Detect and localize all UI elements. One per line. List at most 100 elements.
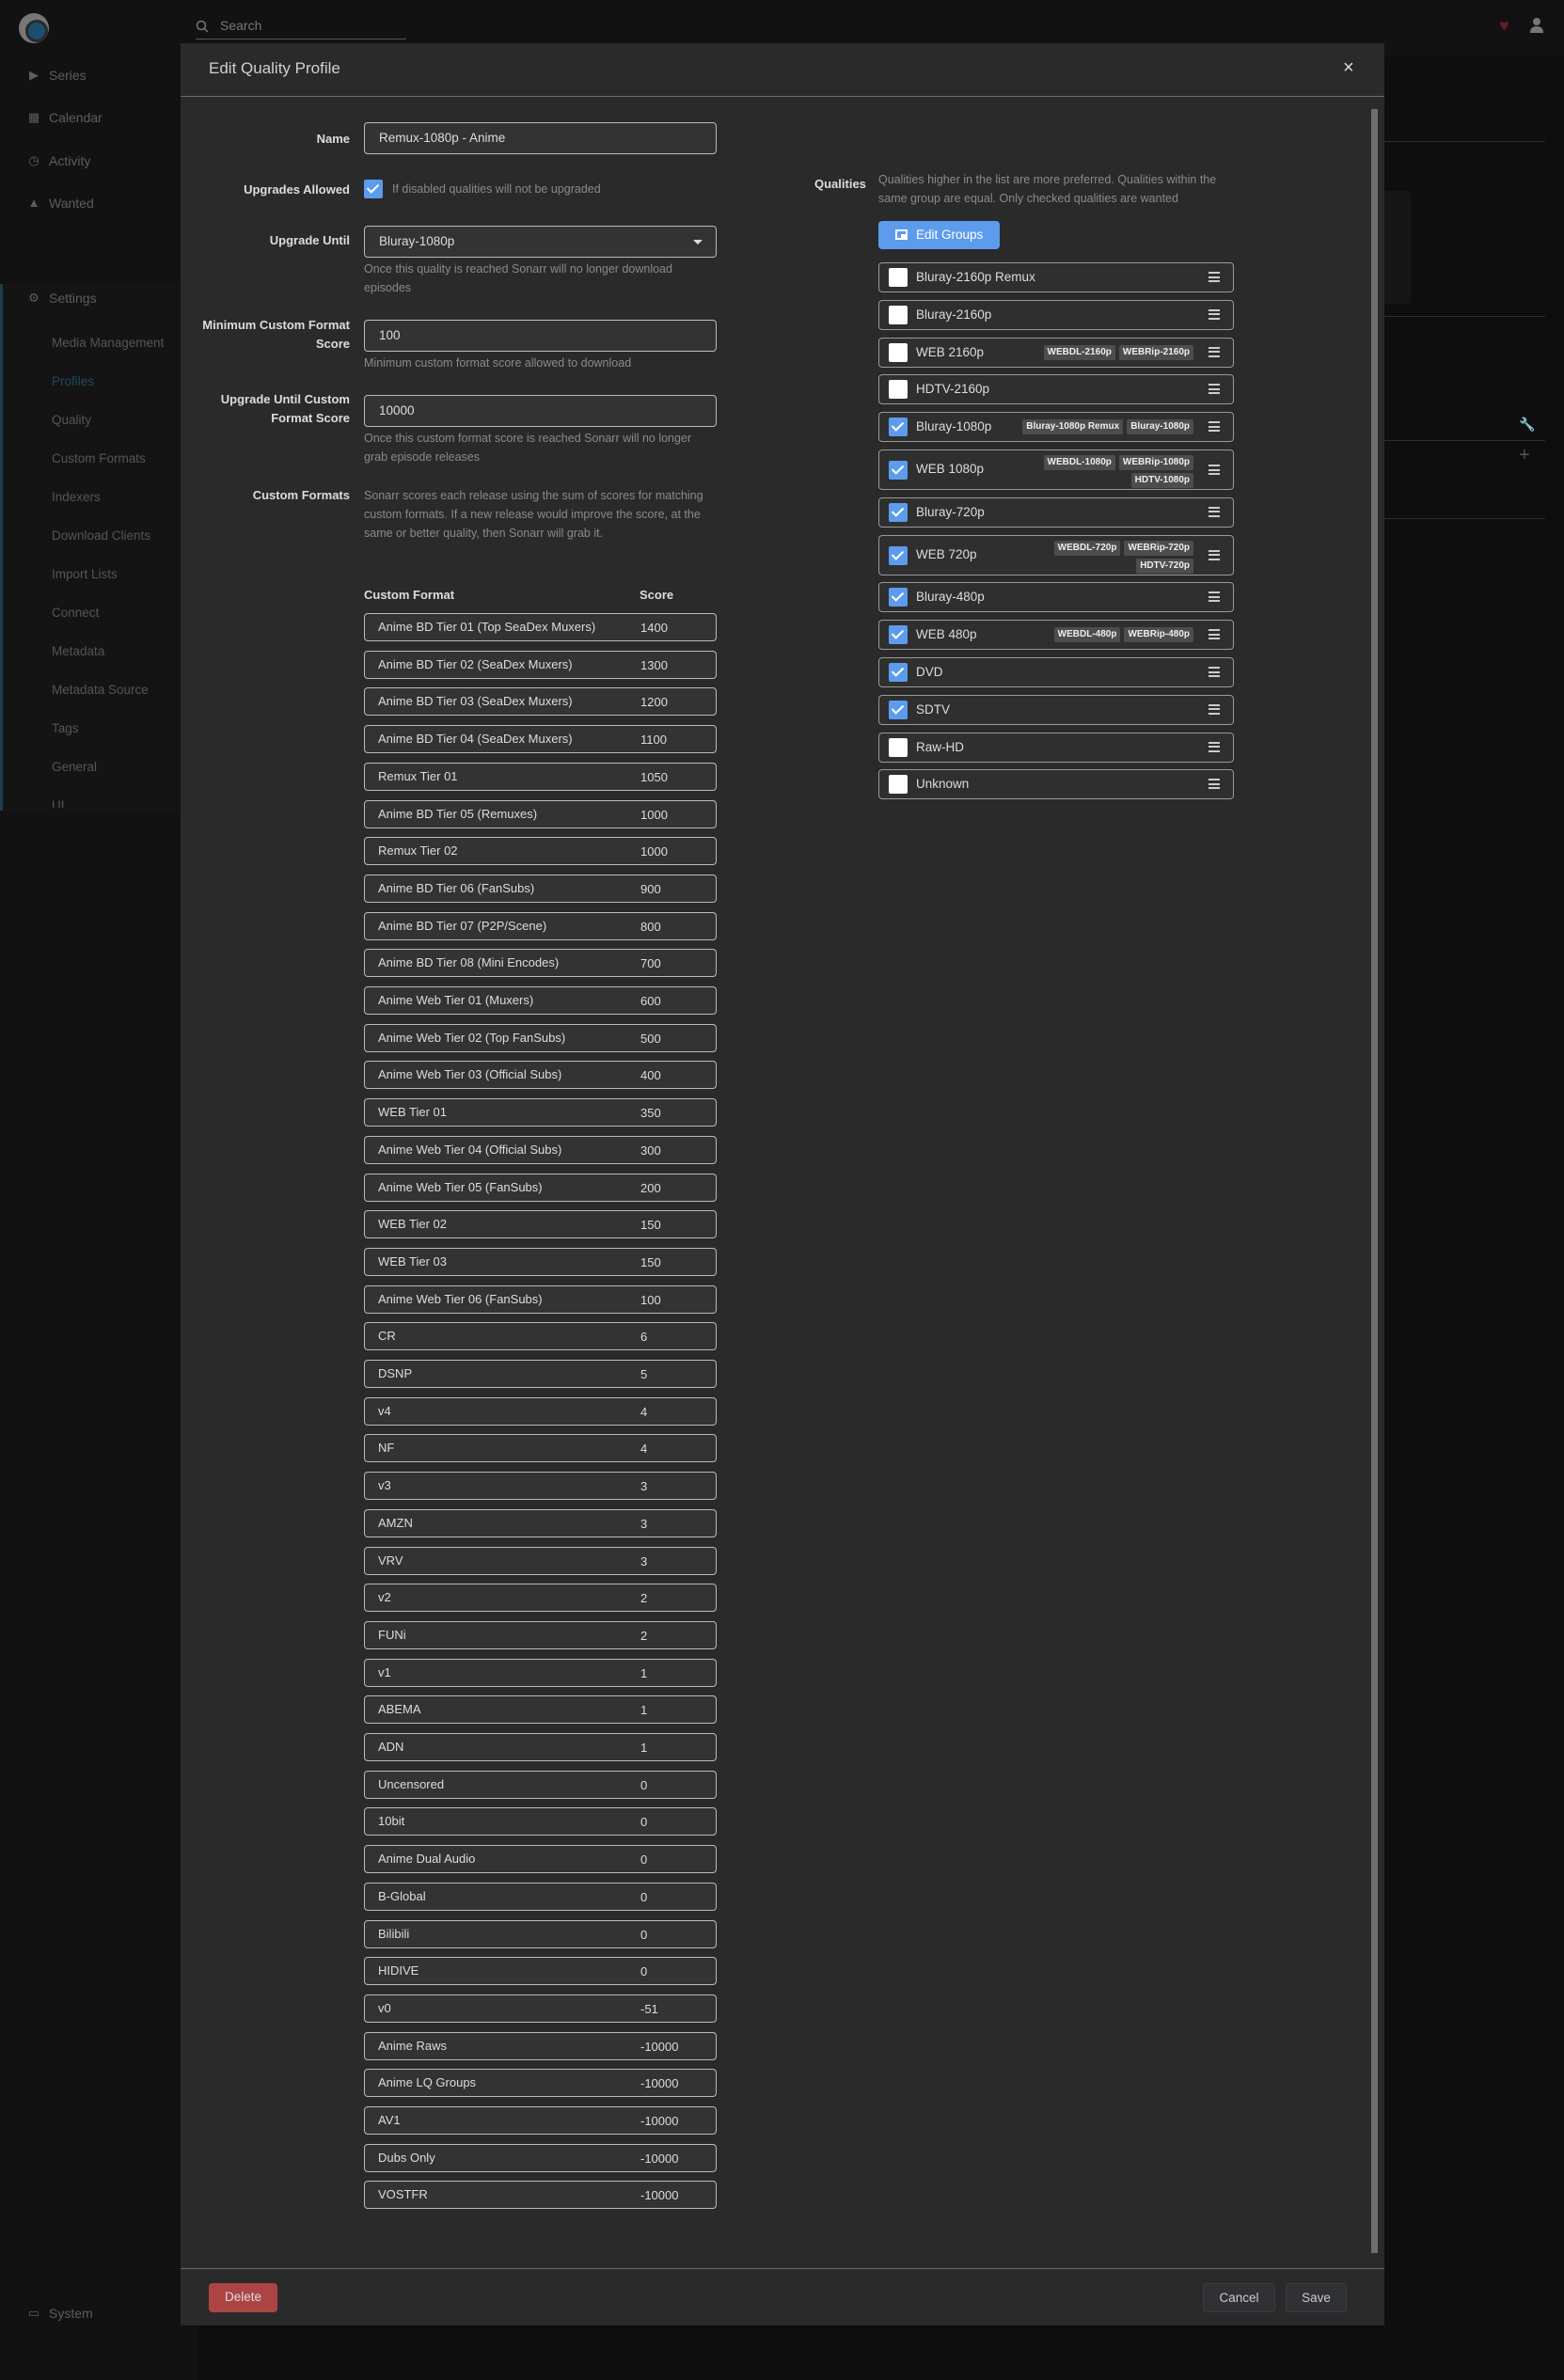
custom-format-score-input[interactable]: -51 [640, 2002, 658, 2016]
custom-format-score-input[interactable]: -10000 [640, 2151, 678, 2166]
sidebar-sub-general[interactable]: General [52, 760, 97, 774]
quality-checkbox[interactable] [889, 461, 908, 480]
sidebar-sub-connect[interactable]: Connect [52, 606, 99, 620]
quality-row[interactable]: DVD [878, 657, 1234, 687]
quality-checkbox[interactable] [889, 305, 908, 324]
custom-format-score-input[interactable]: 350 [640, 1106, 661, 1120]
custom-format-score-input[interactable]: 1 [640, 1741, 647, 1755]
quality-checkbox[interactable] [889, 268, 908, 287]
custom-format-score-input[interactable]: 0 [640, 1890, 647, 1904]
custom-format-score-input[interactable]: 1100 [640, 733, 667, 747]
sidebar-sub-custom-formats[interactable]: Custom Formats [52, 451, 146, 465]
custom-format-score-input[interactable]: -10000 [640, 2188, 678, 2202]
custom-format-score-input[interactable]: 0 [640, 1815, 647, 1829]
quality-row[interactable]: Bluray-720p [878, 496, 1234, 528]
custom-format-score-input[interactable]: 3 [640, 1517, 647, 1531]
sidebar-sub-metadata-source[interactable]: Metadata Source [52, 683, 149, 697]
quality-checkbox[interactable] [889, 342, 908, 362]
sidebar-item-wanted[interactable]: ▲ Wanted [0, 189, 197, 217]
quality-row[interactable]: Bluray-2160p Remux [878, 262, 1234, 292]
search-input[interactable]: Search [220, 18, 261, 33]
quality-checkbox[interactable] [889, 502, 908, 522]
sonarr-logo[interactable] [19, 13, 49, 43]
custom-format-score-input[interactable]: 3 [640, 1554, 647, 1568]
drag-handle-icon[interactable] [1209, 703, 1220, 715]
custom-format-score-input[interactable]: -10000 [640, 2040, 678, 2054]
search-box[interactable]: Search [196, 15, 406, 39]
custom-format-score-input[interactable]: 1 [640, 1666, 647, 1680]
drag-handle-icon[interactable] [1209, 741, 1220, 752]
sidebar-sub-metadata[interactable]: Metadata [52, 644, 104, 658]
custom-format-score-input[interactable]: 0 [640, 1928, 647, 1942]
sidebar-sub-import-lists[interactable]: Import Lists [52, 567, 118, 581]
custom-format-score-input[interactable]: 150 [640, 1218, 661, 1232]
drag-handle-icon[interactable] [1209, 465, 1220, 475]
heart-icon[interactable]: ♥ [1499, 17, 1514, 34]
sidebar-item-calendar[interactable]: ▦ Calendar [0, 103, 197, 132]
quality-checkbox[interactable] [889, 545, 908, 565]
custom-format-score-input[interactable]: -10000 [640, 2076, 678, 2090]
sidebar-sub-ui[interactable]: UI [52, 798, 65, 808]
delete-button[interactable]: Delete [209, 2283, 277, 2312]
custom-format-score-input[interactable]: 500 [640, 1032, 661, 1046]
scrollbar-thumb[interactable] [1371, 109, 1378, 2253]
modal-scrollbar[interactable] [1371, 103, 1379, 2261]
quality-row[interactable]: WEB 720p WEBDL-720p WEBRip-720p HDTV-720p [878, 534, 1234, 575]
quality-row[interactable]: Bluray-480p [878, 582, 1234, 613]
quality-row[interactable]: Bluray-2160p [878, 299, 1234, 330]
quality-checkbox[interactable] [889, 663, 908, 682]
quality-row[interactable]: WEB 480p WEBDL-480p WEBRip-480p [878, 620, 1234, 651]
custom-format-score-input[interactable]: 800 [640, 920, 661, 934]
sidebar-sub-download-clients[interactable]: Download Clients [52, 528, 150, 543]
custom-format-score-input[interactable]: 4 [640, 1405, 647, 1419]
edit-groups-button[interactable]: Edit Groups [878, 221, 1000, 249]
sidebar-item-series[interactable]: ▶ Series [0, 61, 197, 89]
drag-handle-icon[interactable] [1209, 272, 1220, 282]
user-icon[interactable] [1529, 17, 1544, 34]
quality-checkbox[interactable] [889, 625, 908, 645]
custom-format-score-input[interactable]: 2 [640, 1591, 647, 1605]
custom-format-score-input[interactable]: 300 [640, 1143, 661, 1158]
quality-row[interactable]: Raw-HD [878, 732, 1234, 763]
custom-format-score-input[interactable]: 1200 [640, 695, 668, 709]
upgrade-until-cf-input[interactable]: 10000 [364, 395, 717, 427]
custom-format-score-input[interactable]: 0 [640, 1852, 647, 1867]
upgrade-until-select[interactable]: Bluray-1080p [364, 226, 717, 258]
drag-handle-icon[interactable] [1209, 506, 1220, 517]
cancel-button[interactable]: Cancel [1203, 2283, 1275, 2312]
drag-handle-icon[interactable] [1209, 591, 1220, 603]
custom-format-score-input[interactable]: 3 [640, 1479, 647, 1493]
drag-handle-icon[interactable] [1209, 346, 1220, 357]
sidebar-sub-media-management[interactable]: Media Management [52, 336, 164, 350]
custom-format-score-input[interactable]: 0 [640, 1778, 647, 1792]
sidebar-item-system[interactable]: ▭ System [0, 2299, 197, 2327]
custom-format-score-input[interactable]: -10000 [640, 2114, 678, 2128]
name-input[interactable]: Remux-1080p - Anime [364, 122, 717, 154]
custom-format-score-input[interactable]: 1300 [640, 658, 668, 672]
quality-checkbox[interactable] [889, 775, 908, 795]
custom-format-score-input[interactable]: 1000 [640, 808, 668, 822]
custom-format-score-input[interactable]: 200 [640, 1181, 661, 1195]
custom-format-score-input[interactable]: 150 [640, 1255, 661, 1269]
sidebar-sub-tags[interactable]: Tags [52, 721, 79, 735]
quality-checkbox[interactable] [889, 737, 908, 757]
custom-format-score-input[interactable]: 600 [640, 994, 661, 1008]
custom-format-score-input[interactable]: 400 [640, 1068, 661, 1082]
quality-row[interactable]: WEB 1080p WEBDL-1080p WEBRip-1080p HDTV-108… [878, 449, 1234, 490]
drag-handle-icon[interactable] [1209, 308, 1220, 320]
save-button[interactable]: Save [1286, 2283, 1347, 2312]
quality-row[interactable]: Bluray-1080p Bluray-1080p Remux Bluray-108… [878, 412, 1234, 443]
drag-handle-icon[interactable] [1209, 629, 1220, 640]
quality-row[interactable]: HDTV-2160p [878, 374, 1234, 405]
custom-format-score-input[interactable]: 6 [640, 1330, 647, 1344]
custom-format-score-input[interactable]: 1050 [640, 770, 668, 784]
quality-checkbox[interactable] [889, 418, 908, 437]
plus-icon[interactable]: + [1519, 446, 1530, 465]
quality-checkbox[interactable] [889, 588, 908, 607]
sidebar-sub-indexers[interactable]: Indexers [52, 490, 101, 504]
custom-format-score-input[interactable]: 900 [640, 882, 661, 896]
drag-handle-icon[interactable] [1209, 549, 1220, 560]
drag-handle-icon[interactable] [1209, 667, 1220, 677]
wrench-icon[interactable]: 🔧 [1519, 417, 1535, 433]
quality-checkbox[interactable] [889, 700, 908, 719]
